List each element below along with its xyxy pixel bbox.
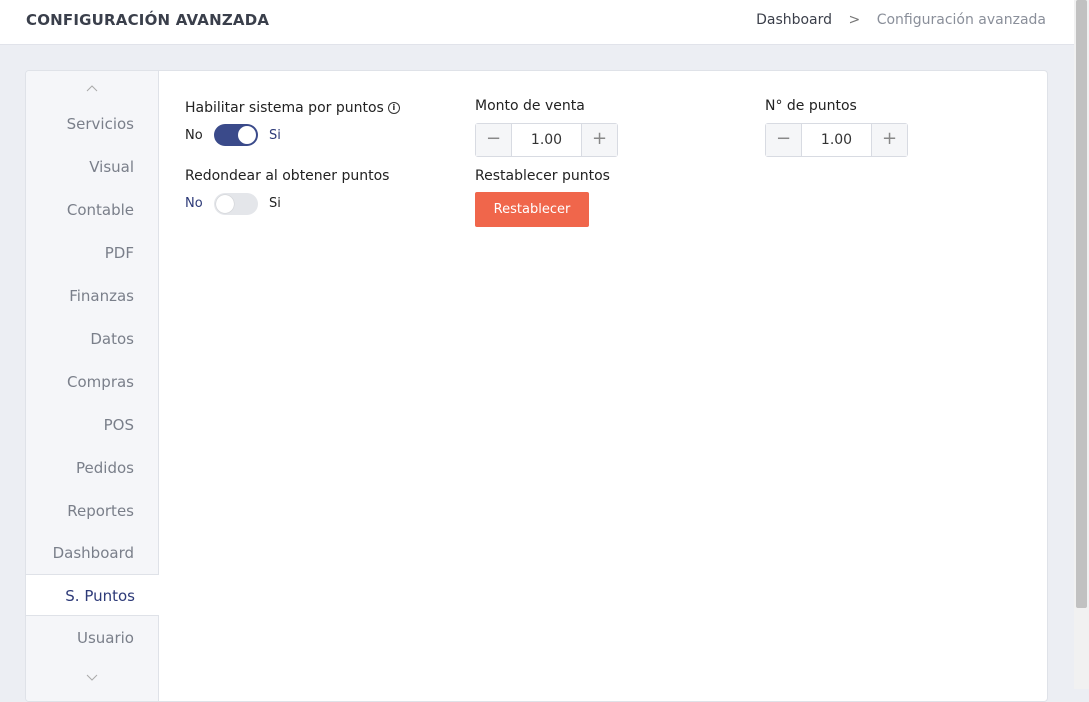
plus-icon[interactable]: + [871,124,907,156]
chevron-up-icon[interactable] [26,81,158,95]
points-system-label: Habilitar sistema por puntos i [185,100,400,116]
round-points-label: Redondear al obtener puntos [185,168,390,184]
points-system-label-text: Habilitar sistema por puntos [185,100,384,116]
tab-pdf[interactable]: PDF [26,232,158,274]
tab-visual[interactable]: Visual [26,146,158,188]
top-bar: CONFIGURACIÓN AVANZADA Dashboard > Confi… [0,0,1074,45]
round-points-on-text: Si [269,196,281,211]
sale-amount-label: Monto de venta [475,98,585,114]
round-points-off-text: No [185,196,203,211]
tab-usuario[interactable]: Usuario [26,617,158,659]
chevron-down-icon[interactable] [26,671,158,685]
breadcrumb: Dashboard > Configuración avanzada [756,12,1046,28]
minus-icon[interactable]: − [476,124,512,156]
scrollbar-thumb[interactable] [1076,0,1087,608]
toggle-knob [238,126,256,144]
page-title: CONFIGURACIÓN AVANZADA [26,11,270,29]
reset-points-label: Restablecer puntos [475,168,610,184]
reset-button[interactable]: Restablecer [475,192,589,227]
points-count-label: N° de puntos [765,98,857,114]
tab-compras[interactable]: Compras [26,361,158,403]
minus-icon[interactable]: − [766,124,802,156]
tab-contable[interactable]: Contable [26,189,158,231]
round-points-toggle[interactable] [214,193,258,215]
settings-card: Servicios Visual Contable PDF Finanzas D… [25,70,1048,702]
chevron-right-icon: > [848,12,861,28]
tab-finanzas[interactable]: Finanzas [26,275,158,317]
tabs-sidebar: Servicios Visual Contable PDF Finanzas D… [26,71,159,701]
tab-servicios[interactable]: Servicios [26,103,158,145]
tab-datos[interactable]: Datos [26,318,158,360]
tab-pos[interactable]: POS [26,404,158,446]
points-system-on-text: Si [269,128,281,143]
toggle-knob [216,195,234,213]
sale-amount-stepper: − + [475,123,618,157]
breadcrumb-dashboard-link[interactable]: Dashboard [756,12,832,28]
points-system-off-text: No [185,128,203,143]
points-system-toggle[interactable] [214,124,258,146]
breadcrumb-current: Configuración avanzada [876,12,1046,28]
info-icon[interactable]: i [387,102,400,114]
tab-reportes[interactable]: Reportes [26,490,158,532]
tab-dashboard[interactable]: Dashboard [26,532,158,574]
tab-s-puntos[interactable]: S. Puntos [26,574,159,616]
sale-amount-input[interactable] [512,124,581,156]
tab-pedidos[interactable]: Pedidos [26,447,158,489]
plus-icon[interactable]: + [581,124,617,156]
points-count-input[interactable] [802,124,871,156]
points-count-stepper: − + [765,123,908,157]
